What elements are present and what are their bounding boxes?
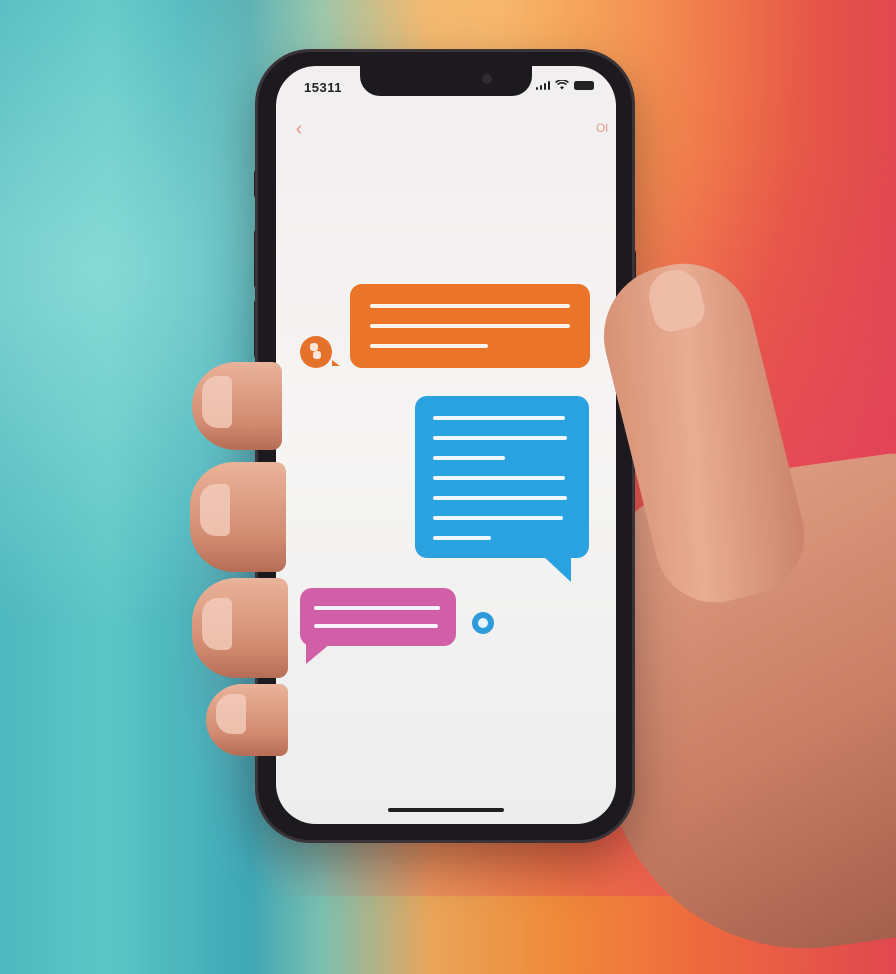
back-chevron-icon[interactable]: ‹ [286,116,312,142]
message-text-line [433,496,567,500]
wifi-icon [555,80,569,90]
message-text-line [433,536,491,540]
status-icons [535,80,594,90]
home-indicator[interactable] [388,808,504,812]
message-text-line [370,324,570,328]
phone-screen: 15311 ‹ Ol [276,66,616,824]
avatar-blue[interactable] [472,612,494,634]
battery-icon [574,80,594,90]
finger-middle [190,462,286,572]
message-text-line [433,436,567,440]
message-text-line [433,416,565,420]
message-text-line [314,606,440,610]
status-time: 15311 [304,80,342,95]
message-text-line [433,456,505,460]
camera-icon [482,74,492,84]
message-bubble-blue[interactable] [415,396,589,582]
message-text-line [370,304,570,308]
message-text-line [433,476,565,480]
message-text-line [433,516,563,520]
message-bubble-orange[interactable] [350,284,590,368]
avatar-orange[interactable] [300,336,340,368]
nav-right-button[interactable]: Ol [596,121,608,135]
notch [360,66,532,96]
finger-ring [192,578,288,678]
signal-icon [535,80,550,90]
message-bubble-pink[interactable] [300,588,456,664]
message-text-line [370,344,488,348]
finger-index [192,362,282,450]
message-text-line [314,624,438,628]
finger-pinky [206,684,288,756]
